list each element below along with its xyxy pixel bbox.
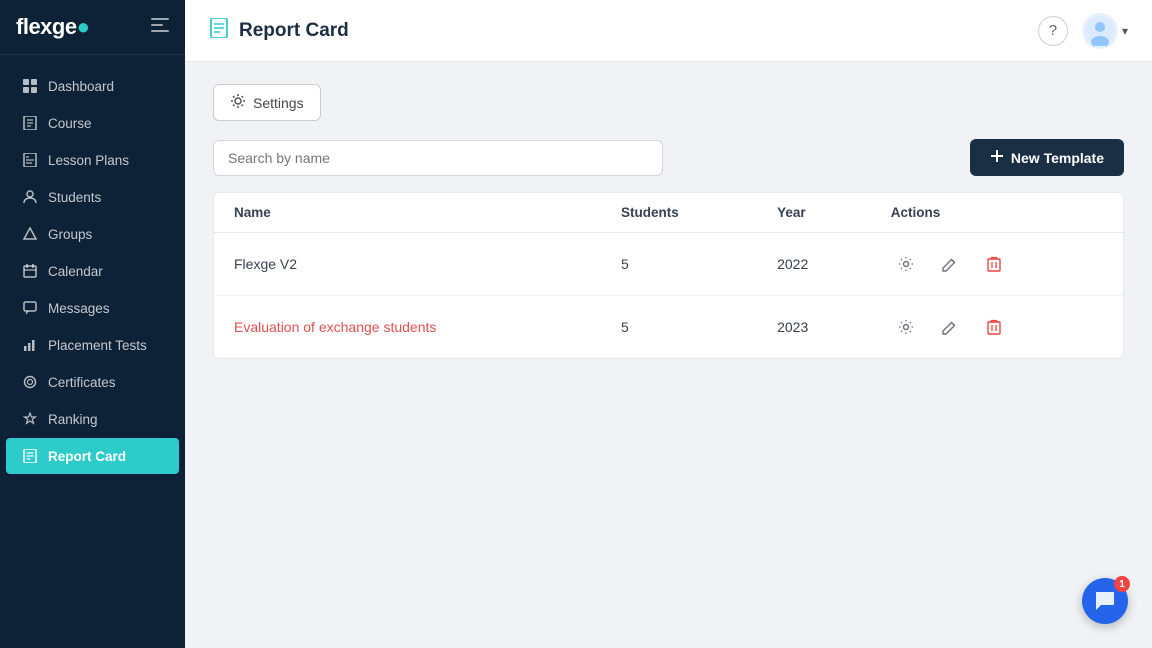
logo-dot: ● — [77, 14, 90, 39]
groups-icon — [22, 226, 38, 242]
sidebar-item-label: Dashboard — [48, 79, 114, 94]
main-content: Report Card ? ▾ S — [185, 0, 1152, 648]
row-students-cell: 5 — [601, 233, 757, 296]
settings-button[interactable]: Settings — [213, 84, 321, 121]
sidebar-item-label: Lesson Plans — [48, 153, 129, 168]
sidebar-item-label: Report Card — [48, 449, 126, 464]
plus-icon — [990, 149, 1004, 166]
settings-gear-icon — [230, 93, 246, 112]
sidebar-item-messages[interactable]: Messages — [6, 290, 179, 326]
row-edit-button[interactable] — [935, 312, 965, 342]
col-students: Students — [601, 193, 757, 233]
report-card-icon — [22, 448, 38, 464]
col-name: Name — [214, 193, 601, 233]
students-icon — [22, 189, 38, 205]
search-input[interactable] — [213, 140, 663, 176]
sidebar-item-label: Ranking — [48, 412, 98, 427]
header-right: ? ▾ — [1038, 13, 1128, 49]
sidebar-item-dashboard[interactable]: Dashboard — [6, 68, 179, 104]
row-actions-cell — [871, 296, 1123, 359]
row-students-cell: 5 — [601, 296, 757, 359]
settings-button-label: Settings — [253, 95, 304, 111]
sidebar-item-ranking[interactable]: Ranking — [6, 401, 179, 437]
sidebar: flexge● Dashboard Course — [0, 0, 185, 648]
toolbar: New Template — [213, 139, 1124, 176]
sidebar-item-students[interactable]: Students — [6, 179, 179, 215]
row-actions-cell — [871, 233, 1123, 296]
messages-icon — [22, 300, 38, 316]
page-header-icon — [209, 18, 229, 43]
sidebar-item-lesson-plans[interactable]: Lesson Plans — [6, 142, 179, 178]
sidebar-item-groups[interactable]: Groups — [6, 216, 179, 252]
help-button[interactable]: ? — [1038, 16, 1068, 46]
calendar-icon — [22, 263, 38, 279]
col-year: Year — [757, 193, 871, 233]
table-header-row: Name Students Year Actions — [214, 193, 1123, 233]
sidebar-item-label: Students — [48, 190, 101, 205]
page-header: Report Card ? ▾ — [185, 0, 1152, 62]
row-name-link[interactable]: Evaluation of exchange students — [234, 319, 436, 335]
app-logo: flexge● — [16, 14, 89, 40]
row-delete-button[interactable] — [979, 312, 1009, 342]
page-title: Report Card — [239, 20, 349, 42]
sidebar-item-label: Calendar — [48, 264, 103, 279]
sidebar-collapse-button[interactable] — [151, 18, 169, 37]
chat-badge: 1 — [1114, 576, 1130, 592]
sidebar-item-label: Course — [48, 116, 92, 131]
header-left: Report Card — [209, 18, 349, 43]
row-name-cell: Flexge V2 — [214, 233, 601, 296]
table-row: Evaluation of exchange students 52023 — [214, 296, 1123, 359]
chat-button[interactable]: 1 — [1082, 578, 1128, 624]
row-year-cell: 2023 — [757, 296, 871, 359]
content-area: Settings New Template Name Students Year… — [185, 62, 1152, 648]
lesson-plans-icon — [22, 152, 38, 168]
report-card-table: Name Students Year Actions Flexge V25202… — [213, 192, 1124, 359]
sidebar-item-placement-tests[interactable]: Placement Tests — [6, 327, 179, 363]
row-name-cell[interactable]: Evaluation of exchange students — [214, 296, 601, 359]
row-settings-button[interactable] — [891, 249, 921, 279]
avatar-button[interactable]: ▾ — [1082, 13, 1128, 49]
sidebar-item-calendar[interactable]: Calendar — [6, 253, 179, 289]
dashboard-icon — [22, 78, 38, 94]
sidebar-item-label: Groups — [48, 227, 92, 242]
sidebar-logo: flexge● — [0, 0, 185, 55]
ranking-icon — [22, 411, 38, 427]
certificates-icon — [22, 374, 38, 390]
avatar — [1082, 13, 1118, 49]
row-delete-button[interactable] — [979, 249, 1009, 279]
sidebar-item-label: Messages — [48, 301, 110, 316]
placement-tests-icon — [22, 337, 38, 353]
sidebar-nav: Dashboard Course Lesson Plans Students G — [0, 55, 185, 648]
avatar-chevron-icon: ▾ — [1122, 24, 1128, 38]
row-year-cell: 2022 — [757, 233, 871, 296]
sidebar-item-report-card[interactable]: Report Card — [6, 438, 179, 474]
new-template-button[interactable]: New Template — [970, 139, 1124, 176]
row-settings-button[interactable] — [891, 312, 921, 342]
course-icon — [22, 115, 38, 131]
sidebar-item-course[interactable]: Course — [6, 105, 179, 141]
col-actions: Actions — [871, 193, 1123, 233]
sidebar-item-certificates[interactable]: Certificates — [6, 364, 179, 400]
table-row: Flexge V252022 — [214, 233, 1123, 296]
sidebar-item-label: Placement Tests — [48, 338, 147, 353]
sidebar-item-label: Certificates — [48, 375, 116, 390]
row-edit-button[interactable] — [935, 249, 965, 279]
new-template-label: New Template — [1011, 150, 1104, 166]
